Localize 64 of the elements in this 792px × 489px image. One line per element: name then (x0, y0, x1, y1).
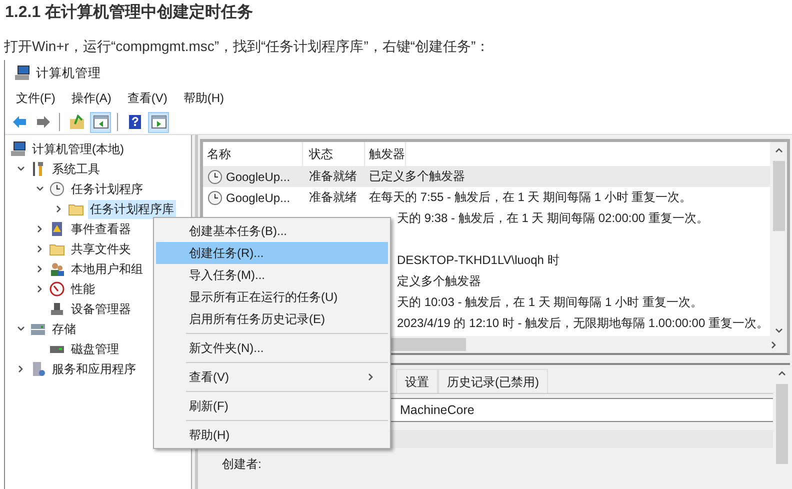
tab[interactable]: 历史记录(已禁用) (438, 369, 548, 393)
toolbar-button[interactable] (90, 112, 111, 132)
tree-item[interactable]: 系统工具 (50, 160, 102, 178)
clock-icon (207, 168, 223, 184)
device-icon (49, 301, 65, 317)
table-cell: GoogleUp... (226, 170, 290, 184)
scroll-thumb[interactable] (772, 161, 784, 231)
menu-item[interactable]: 帮助(H) (183, 90, 224, 106)
menu-item[interactable]: 帮助(H) (156, 424, 388, 446)
menu-item[interactable]: 创建基本任务(B)... (156, 220, 388, 242)
menu-item[interactable]: 文件(F) (16, 90, 56, 106)
tree-item[interactable]: 任务计划程序 (69, 180, 145, 198)
menu-item[interactable]: 启用所有任务历史记录(E) (156, 308, 388, 330)
input-field[interactable]: MachineCore (390, 398, 773, 422)
users-icon (49, 261, 65, 277)
field-label: 创建者: (222, 456, 262, 473)
tree-item[interactable]: 服务和应用程序 (50, 360, 138, 378)
article-heading: 1.2.1 在计算机管理中创建定时任务 (4, 2, 254, 23)
scroll-thumb[interactable] (776, 384, 788, 464)
tree-item[interactable]: 共享文件夹 (69, 240, 133, 258)
tools-icon (30, 161, 46, 177)
drive-icon (30, 321, 46, 337)
tree-item[interactable]: 设备管理器 (69, 300, 133, 318)
gauge-icon (49, 281, 65, 297)
menu-item[interactable]: 导入任务(M)... (156, 264, 388, 286)
menu-item[interactable]: 查看(V) (156, 366, 388, 388)
table-cell-text: 在每天的 7:55 - 触发后，在 1 天 期间每隔 1 小时 重复一次。 (368, 189, 692, 206)
computer-icon (10, 141, 26, 157)
log-icon (49, 221, 65, 237)
pane-icon (150, 114, 166, 130)
clock-icon (49, 181, 65, 197)
tree-item[interactable]: 任务计划程序库 (88, 200, 176, 218)
clock-icon (207, 190, 223, 206)
scrollbar[interactable] (770, 142, 787, 336)
window-title: 计算机管理 (36, 64, 101, 82)
tree-item[interactable]: 存储 (50, 320, 78, 338)
help-icon (126, 114, 142, 130)
tree-item[interactable]: 磁盘管理 (69, 340, 121, 358)
folder-up-icon (68, 114, 84, 130)
computer-icon (14, 65, 30, 81)
table-cell-text: 天的 9:38 - 触发后，在 1 天 期间每隔 02:00:00 重复一次。 (396, 210, 708, 227)
tree-item[interactable]: 计算机管理(本地) (30, 140, 126, 158)
menu-item[interactable]: 刷新(F) (156, 395, 388, 417)
back-arrow-icon (10, 114, 26, 130)
menu-item[interactable]: 显示所有正在运行的任务(U) (156, 286, 388, 308)
article-paragraph: 打开Win+r，运行“compmgmt.msc”，找到“任务计划程序库”，右键“创建任务”： (3, 37, 491, 56)
tab[interactable]: 设置 (396, 369, 438, 393)
table-cell: GoogleUp... (226, 190, 290, 204)
menu-item[interactable]: 新文件夹(N)... (156, 337, 388, 359)
table-row[interactable]: GoogleUp... 准备就绪 在每天的 7:55 - 触发后，在 1 天 期间每隔 1 小时 重复一次。 (203, 187, 770, 208)
table-cell-text: 准备就绪 (308, 168, 358, 185)
tree-item[interactable]: 事件查看器 (69, 220, 133, 238)
menu-item[interactable]: 创建任务(R)... (156, 242, 388, 264)
forward-arrow-icon (34, 114, 50, 130)
tree-item[interactable]: 本地用户和组 (69, 260, 145, 278)
tree-item[interactable]: 性能 (69, 280, 97, 298)
table-row[interactable]: GoogleUp... 准备就绪 已定义多个触发器 (203, 166, 770, 187)
table-cell-text: 准备就绪 (308, 189, 358, 206)
table-cell-text: 已定义多个触发器 (368, 168, 465, 185)
menu-item[interactable]: 操作(A) (71, 90, 112, 106)
menu-item[interactable]: 查看(V) (127, 90, 168, 106)
toolbar-button[interactable] (148, 112, 169, 132)
server-icon (30, 361, 46, 377)
pane-icon (92, 114, 108, 130)
